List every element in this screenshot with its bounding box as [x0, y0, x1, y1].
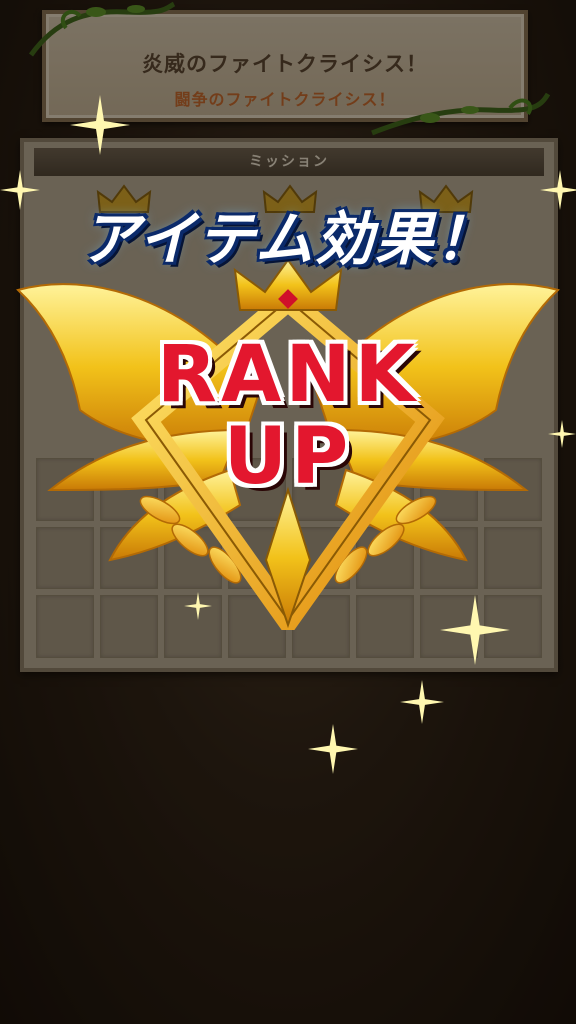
item-effect-banner: アイテム効果！: [80, 205, 496, 273]
sparkle-icon: [440, 595, 510, 665]
sparkle-icon: [400, 680, 444, 724]
up-label: UP: [223, 412, 353, 502]
sparkle-icon: [70, 95, 130, 155]
sparkle-icon: [184, 592, 212, 620]
sparkle-icon: [0, 170, 40, 210]
sparkle-icon: [308, 724, 358, 774]
sparkle-icon: [540, 170, 576, 210]
rank-label: RANK: [156, 330, 420, 420]
sparkle-icon: [548, 420, 576, 448]
